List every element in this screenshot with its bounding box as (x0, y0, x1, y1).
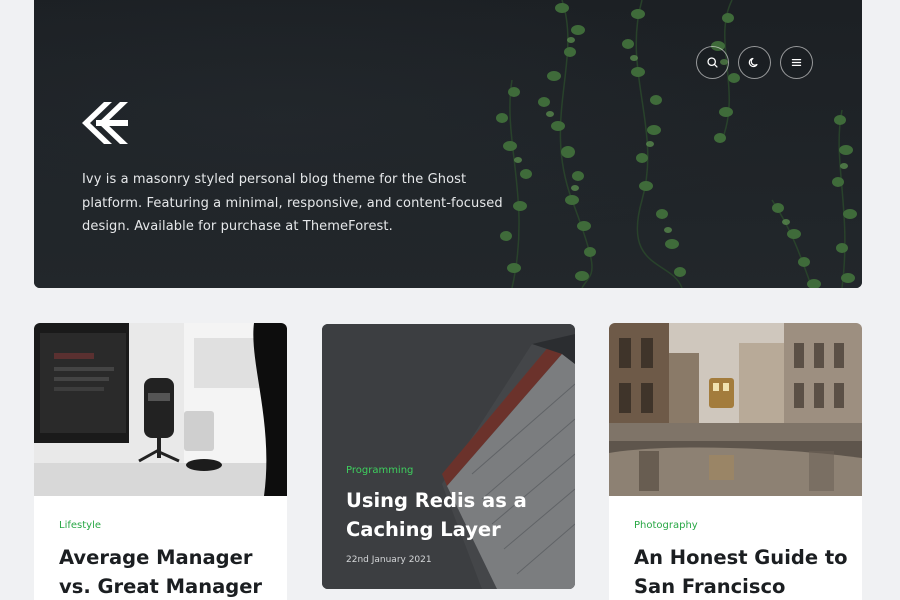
moon-icon (748, 57, 758, 68)
menu-icon (791, 59, 802, 66)
site-logo[interactable] (82, 102, 130, 144)
post-card-featured[interactable]: Programming Using Redis as a Caching Lay… (322, 324, 575, 589)
site-description: Ivy is a masonry styled personal blog th… (82, 172, 503, 234)
post-title[interactable]: Using Redis as a Caching Layer (346, 486, 556, 544)
site-header: Ivy is a masonry styled personal blog th… (34, 0, 862, 288)
post-date: 22nd January 2021 (346, 555, 432, 565)
post-tag[interactable]: Lifestyle (59, 520, 101, 531)
post-tag[interactable]: Programming (346, 465, 413, 476)
post-feature-image[interactable] (609, 323, 862, 496)
theme-toggle-button[interactable] (738, 46, 771, 79)
menu-button[interactable] (780, 46, 813, 79)
post-title[interactable]: An Honest Guide to San Francisco (634, 543, 849, 600)
post-feature-image (322, 324, 575, 589)
post-feature-image[interactable] (34, 323, 287, 496)
post-tag[interactable]: Photography (634, 520, 698, 531)
post-card[interactable]: Photography An Honest Guide to San Franc… (609, 323, 862, 600)
post-title[interactable]: Average Manager vs. Great Manager (59, 543, 274, 600)
search-icon (707, 57, 718, 68)
search-button[interactable] (696, 46, 729, 79)
post-card[interactable]: Lifestyle Average Manager vs. Great Mana… (34, 323, 287, 600)
ivy-foliage (496, 0, 857, 288)
